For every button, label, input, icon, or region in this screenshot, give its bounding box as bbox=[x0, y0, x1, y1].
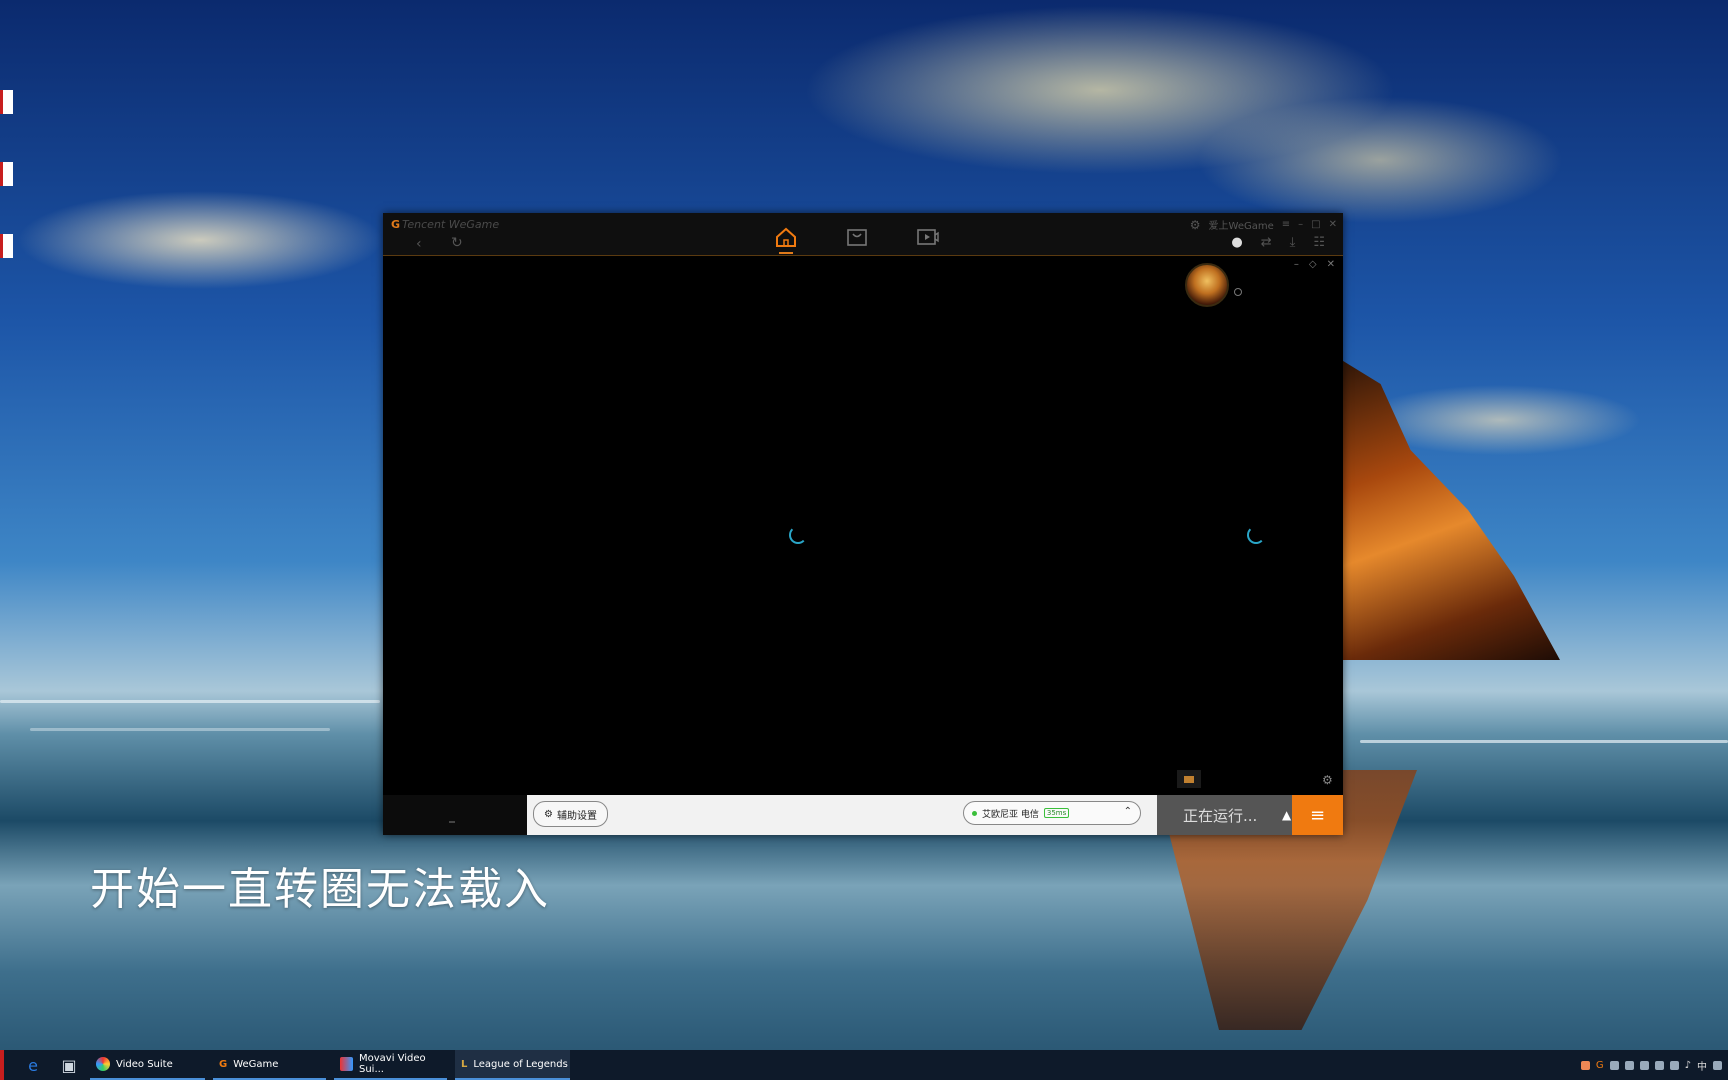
wegame-logo-icon: G bbox=[391, 218, 401, 231]
desktop-icon[interactable] bbox=[0, 90, 16, 114]
taskbar-app-league-of-legends[interactable]: L League of Legends bbox=[455, 1050, 570, 1080]
server-status-icon bbox=[972, 810, 977, 816]
browser-icon[interactable]: e bbox=[20, 1050, 46, 1080]
assist-settings-button[interactable]: ⚙ 辅助设置 bbox=[533, 801, 608, 827]
hamburger-icon: ≡ bbox=[1309, 804, 1326, 826]
launch-menu-button[interactable]: ≡ bbox=[1292, 795, 1343, 835]
chevron-up-icon: ⌃ bbox=[1123, 806, 1132, 817]
tab-store[interactable] bbox=[842, 223, 872, 251]
chat-icon[interactable] bbox=[1177, 770, 1201, 788]
inner-window-controls: – ◇ ✕ bbox=[1294, 259, 1335, 270]
download-icon[interactable]: ⤓ bbox=[1290, 235, 1296, 250]
refresh-icon[interactable]: ↻ bbox=[451, 235, 463, 251]
minimize-icon[interactable]: – bbox=[1294, 259, 1299, 270]
explorer-icon[interactable]: ▣ bbox=[56, 1050, 82, 1080]
launch-panel: ⚙ 辅助设置 艾欧尼亚 电信 35ms ⌃ bbox=[527, 795, 1157, 835]
microphone-icon[interactable] bbox=[1654, 1060, 1664, 1070]
movavi-icon bbox=[340, 1057, 353, 1071]
taskbar-app-video-suite[interactable]: Video Suite bbox=[90, 1050, 205, 1080]
store-icon bbox=[847, 229, 867, 246]
tab-video[interactable] bbox=[913, 223, 943, 251]
tray-icon[interactable] bbox=[1624, 1060, 1634, 1070]
running-status-label: 正在运行... bbox=[1183, 806, 1258, 825]
league-icon: L bbox=[461, 1058, 468, 1070]
cloud-icon[interactable] bbox=[1639, 1060, 1649, 1070]
ime-indicator[interactable]: 中 bbox=[1697, 1058, 1707, 1073]
desktop-icon[interactable] bbox=[0, 162, 16, 186]
wallpaper-wave bbox=[0, 700, 380, 703]
network-icon[interactable] bbox=[1669, 1060, 1679, 1070]
home-icon bbox=[776, 227, 796, 247]
wallpaper-wave bbox=[30, 728, 330, 731]
loading-spinner-icon bbox=[789, 526, 807, 544]
bottom-bar-handle bbox=[449, 821, 455, 823]
steam-icon[interactable] bbox=[1609, 1060, 1619, 1070]
wegame-icon: G bbox=[219, 1058, 228, 1070]
wegame-tray-icon[interactable]: G bbox=[1596, 1060, 1604, 1071]
taskbar-app-movavi[interactable]: Movavi Video Sui... bbox=[334, 1050, 447, 1080]
volume-icon[interactable]: ♪ bbox=[1685, 1060, 1691, 1071]
wegame-titlebar[interactable]: G Tencent WeGame ‹ ↻ ⚙ 爱上WeGame ≡ – □ ✕ ●… bbox=[383, 213, 1343, 256]
wegame-window: G Tencent WeGame ‹ ↻ ⚙ 爱上WeGame ≡ – □ ✕ ●… bbox=[383, 213, 1343, 835]
window-top-controls: ⚙ 爱上WeGame ≡ – □ ✕ bbox=[1190, 217, 1337, 233]
tab-home[interactable] bbox=[771, 223, 801, 254]
friends-icon[interactable]: ● bbox=[1231, 235, 1242, 250]
taskbar-app-label: WeGame bbox=[233, 1058, 279, 1070]
taskbar-app-label: Video Suite bbox=[116, 1058, 173, 1070]
close-icon[interactable]: ✕ bbox=[1329, 219, 1337, 230]
close-icon[interactable]: ✕ bbox=[1327, 259, 1335, 270]
sync-icon[interactable]: ⇄ bbox=[1261, 235, 1272, 250]
minimize-icon[interactable]: – bbox=[1298, 219, 1303, 230]
server-name: 艾欧尼亚 电信 bbox=[982, 809, 1039, 820]
wegame-logo: G Tencent WeGame bbox=[391, 218, 499, 231]
mouse-cursor-icon: ▲ bbox=[1282, 808, 1292, 822]
gear-icon: ⚙ bbox=[544, 808, 553, 820]
loading-spinner-icon bbox=[1247, 526, 1265, 544]
gift-icon[interactable]: ☷ bbox=[1313, 235, 1325, 250]
maximize-icon[interactable]: □ bbox=[1311, 219, 1320, 230]
notification-icon[interactable] bbox=[1713, 1060, 1722, 1070]
assist-settings-label: 辅助设置 bbox=[556, 810, 597, 822]
toolbar-icons: ● ⇄ ⤓ ☷ bbox=[1231, 235, 1325, 250]
restore-icon[interactable]: ◇ bbox=[1309, 259, 1317, 270]
video-suite-icon bbox=[96, 1057, 110, 1071]
top-right-label[interactable]: 爱上WeGame bbox=[1209, 217, 1274, 232]
taskbar-app-label: League of Legends bbox=[473, 1058, 568, 1070]
back-icon[interactable]: ‹ bbox=[416, 236, 422, 252]
skin-icon[interactable]: ⚙ bbox=[1190, 218, 1201, 232]
desktop-icon[interactable] bbox=[0, 234, 16, 258]
menu-icon[interactable]: ≡ bbox=[1282, 219, 1290, 230]
wallpaper-wave bbox=[1360, 740, 1728, 743]
taskbar: e ▣ Video Suite G WeGame Movavi Video Su… bbox=[0, 1050, 1728, 1080]
user-avatar[interactable] bbox=[1185, 263, 1229, 307]
wegame-logo-text: Tencent WeGame bbox=[402, 218, 500, 231]
video-subtitle: 开始一直转圈无法载入 bbox=[90, 864, 550, 915]
tray-icon[interactable] bbox=[1580, 1060, 1590, 1070]
server-ping-badge: 35ms bbox=[1043, 808, 1070, 818]
server-select[interactable]: 艾欧尼亚 电信 35ms ⌃ bbox=[963, 801, 1141, 825]
taskbar-edge bbox=[0, 1050, 4, 1080]
taskbar-app-wegame[interactable]: G WeGame bbox=[213, 1050, 326, 1080]
video-icon bbox=[917, 229, 939, 245]
status-dot bbox=[1234, 288, 1242, 296]
settings-icon[interactable]: ⚙ bbox=[1322, 773, 1333, 787]
taskbar-app-label: Movavi Video Sui... bbox=[358, 1053, 426, 1075]
running-status-button[interactable]: 正在运行... bbox=[1157, 795, 1292, 835]
system-tray: G ♪ 中 bbox=[1580, 1050, 1722, 1080]
